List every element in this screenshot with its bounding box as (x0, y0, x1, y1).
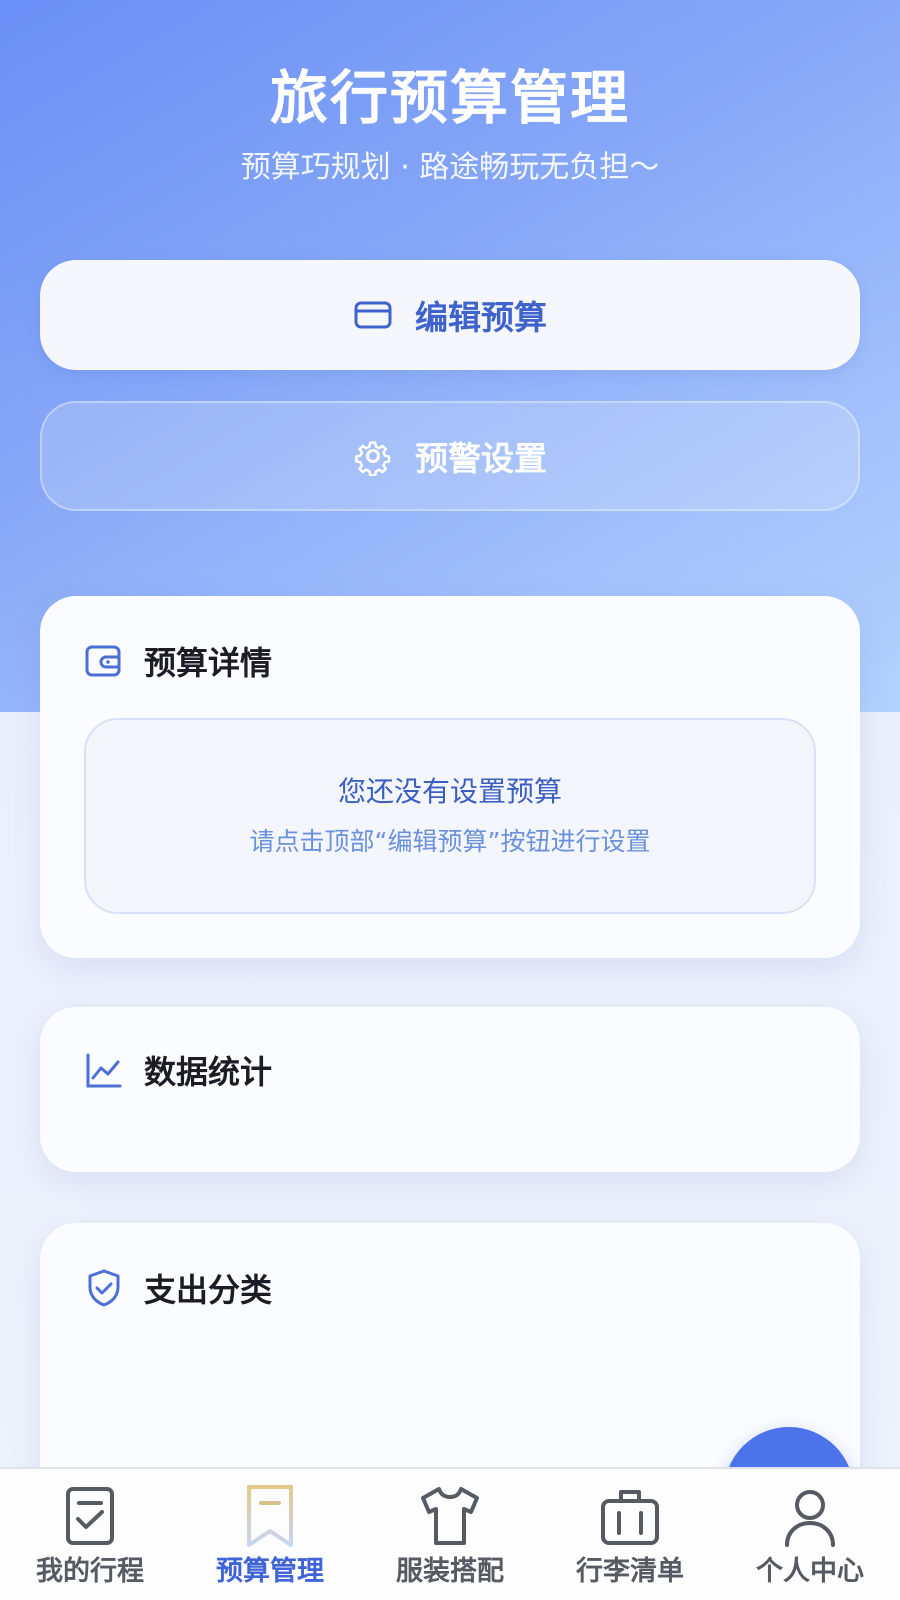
empty-budget-title: 您还没有设置预算 (337, 775, 562, 808)
alert-settings-label: 预警设置 (415, 439, 547, 478)
budget-detail-header: 预算详情 (84, 638, 272, 684)
expense-category-title: 支出分类 (144, 1271, 273, 1309)
statistics-card: 数据统计 (40, 1007, 860, 1172)
tab-label: 个人中心 (756, 1556, 864, 1587)
empty-budget-hint: 请点击顶部“编辑预算”按钮进行设置 (249, 827, 651, 856)
tab-profile[interactable]: 个人中心 (720, 1469, 900, 1600)
person-icon (775, 1481, 845, 1551)
tab-label: 行李清单 (576, 1556, 684, 1587)
tab-label: 服装搭配 (396, 1556, 504, 1587)
expense-category-header: 支出分类 (84, 1265, 272, 1311)
tab-label: 我的行程 (36, 1556, 144, 1587)
luggage-icon (595, 1481, 665, 1551)
wallet-icon (84, 641, 124, 681)
alert-settings-button[interactable]: 预警设置 (40, 401, 860, 511)
tab-label: 预算管理 (216, 1556, 324, 1587)
empty-budget-notice: 您还没有设置预算 请点击顶部“编辑预算”按钮进行设置 (84, 718, 816, 914)
budget-detail-card: 预算详情 您还没有设置预算 请点击顶部“编辑预算”按钮进行设置 (40, 596, 860, 958)
page-title: 旅行预算管理 (269, 64, 630, 132)
tshirt-icon (415, 1481, 485, 1551)
tab-my-itinerary[interactable]: 我的行程 (0, 1469, 180, 1600)
itinerary-checklist-icon (55, 1481, 125, 1551)
budget-detail-title: 预算详情 (144, 644, 273, 682)
shield-check-icon (84, 1268, 124, 1308)
tab-outfit[interactable]: 服装搭配 (360, 1469, 540, 1600)
tab-budget-management[interactable]: 预算管理 (180, 1469, 360, 1600)
edit-budget-label: 编辑预算 (415, 298, 547, 337)
bookmark-icon (235, 1481, 305, 1551)
page-subtitle: 预算巧规划 · 路途畅玩无负担～ (240, 150, 660, 185)
statistics-header: 数据统计 (84, 1047, 272, 1093)
card-icon (353, 295, 393, 335)
gear-icon (353, 436, 393, 476)
bottom-tab-bar: 我的行程 预算管理 服装搭配 行李清单 个人中心 (0, 1467, 900, 1600)
line-chart-icon (84, 1050, 124, 1090)
page-header: 旅行预算管理 预算巧规划 · 路途畅玩无负担～ (0, 58, 900, 188)
tab-luggage-list[interactable]: 行李清单 (540, 1469, 720, 1600)
statistics-title: 数据统计 (144, 1053, 273, 1091)
edit-budget-button[interactable]: 编辑预算 (40, 260, 860, 370)
